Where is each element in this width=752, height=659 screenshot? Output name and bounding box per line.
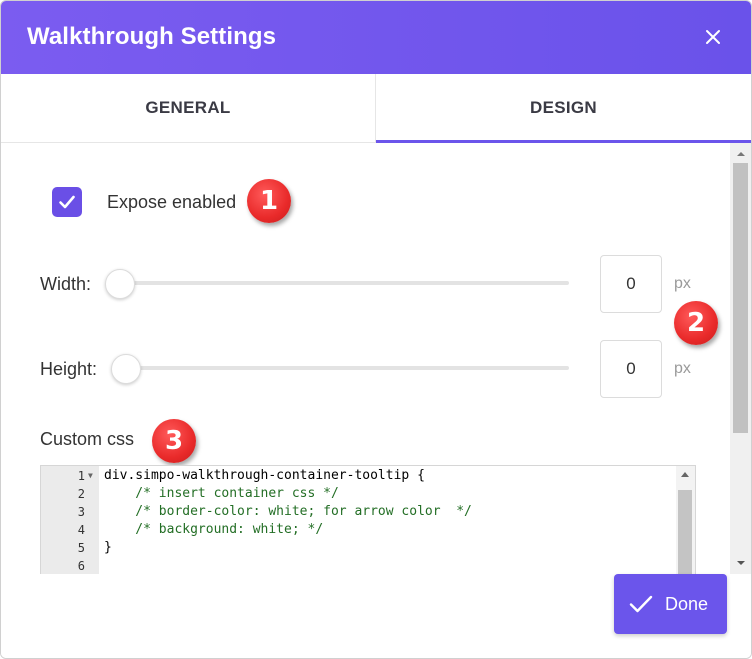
dialog-title: Walkthrough Settings [27, 23, 277, 50]
close-icon [706, 30, 720, 44]
height-slider-thumb[interactable] [111, 354, 141, 384]
done-button[interactable]: Done [614, 574, 727, 634]
scroll-up-icon[interactable] [730, 145, 751, 163]
code-line: 3 /* border-color: white; for arrow colo… [41, 503, 681, 521]
tab-bar: GENERAL DESIGN [1, 74, 751, 143]
height-unit: px [674, 360, 691, 377]
check-icon [629, 591, 655, 617]
custom-css-editor[interactable]: 1 ▼ div.simpo-walkthrough-container-tool… [40, 465, 696, 574]
expose-enabled-checkbox[interactable] [52, 187, 82, 217]
dialog-footer: Done [1, 574, 751, 658]
close-button[interactable] [701, 25, 725, 49]
code-text: div.simpo-walkthrough-container-tooltip … [104, 468, 425, 483]
panel-scroll-thumb[interactable] [733, 163, 748, 433]
code-text: } [104, 540, 112, 555]
line-number: 1 [77, 469, 85, 483]
width-unit: px [674, 275, 691, 292]
code-line: 6 [41, 557, 681, 574]
line-number: 4 [77, 523, 85, 537]
tab-design[interactable]: DESIGN [376, 74, 751, 143]
height-input[interactable] [600, 340, 662, 398]
expose-enabled-label: Expose enabled [107, 192, 237, 212]
done-button-label: Done [665, 593, 709, 614]
line-number: 3 [77, 505, 85, 519]
code-line: 5 } [41, 539, 681, 557]
design-panel: Expose enabled 1 Width: px 2 Height: px … [1, 143, 729, 574]
annotation-badge-3: 3 [152, 419, 196, 463]
annotation-badge-2: 2 [674, 301, 718, 345]
code-text: /* border-color: white; for arrow color … [104, 504, 472, 519]
editor-scroll-thumb[interactable] [678, 490, 692, 574]
tab-general[interactable]: GENERAL [1, 74, 376, 142]
scroll-up-icon[interactable] [681, 472, 689, 477]
dialog-header: Walkthrough Settings [1, 1, 751, 74]
code-line: 2 /* insert container css */ [41, 485, 681, 503]
width-slider-track[interactable] [113, 281, 569, 285]
width-label: Width: [40, 274, 92, 294]
scroll-down-icon[interactable] [730, 554, 751, 572]
editor-scrollbar[interactable] [676, 466, 695, 574]
code-text: /* insert container css */ [104, 486, 339, 501]
panel-scrollbar[interactable] [730, 143, 751, 574]
height-label: Height: [40, 359, 98, 379]
annotation-badge-1: 1 [247, 179, 291, 223]
width-slider-thumb[interactable] [105, 269, 135, 299]
line-number: 5 [77, 541, 85, 555]
fold-arrow-icon[interactable]: ▼ [88, 467, 93, 485]
height-slider-track[interactable] [119, 366, 569, 370]
code-text: /* background: white; */ [104, 522, 324, 537]
code-line: 1 ▼ div.simpo-walkthrough-container-tool… [41, 467, 681, 485]
custom-css-label: Custom css [40, 429, 135, 449]
line-number: 2 [77, 487, 85, 501]
checkmark-icon [59, 195, 75, 209]
walkthrough-settings-dialog: Walkthrough Settings GENERAL DESIGN Expo… [0, 0, 752, 659]
line-number: 6 [77, 559, 85, 573]
code-line: 4 /* background: white; */ [41, 521, 681, 539]
width-input[interactable] [600, 255, 662, 313]
